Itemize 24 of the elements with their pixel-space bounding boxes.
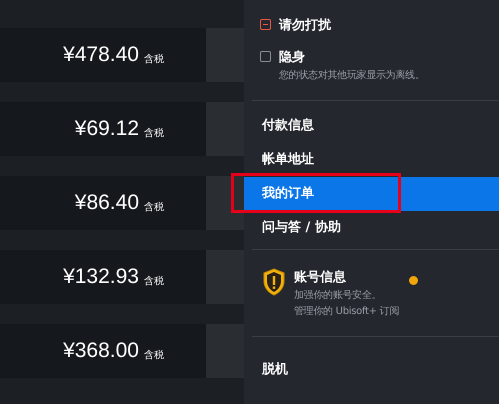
menu-item[interactable]: 付款信息	[244, 109, 499, 143]
order-price: ¥69.12	[74, 117, 139, 141]
menu-item[interactable]: 问与答 / 协助	[244, 211, 499, 245]
order-price: ¥86.40	[74, 191, 139, 215]
account-info-title[interactable]: 账号信息	[294, 268, 399, 286]
tax-label: 含税	[144, 126, 164, 140]
order-price: ¥368.00	[63, 339, 139, 363]
status-option[interactable]: 隐身	[279, 48, 425, 66]
tax-label: 含税	[144, 274, 164, 288]
menu-item[interactable]: 帐单地址	[244, 143, 499, 177]
menu-item[interactable]: 脱机	[244, 353, 499, 387]
account-info-text: 管理你的 Ubisoft+ 订阅	[294, 305, 399, 318]
order-price: ¥132.93	[63, 265, 139, 289]
account-info-text: 加强你的账号安全。	[294, 288, 382, 302]
do-not-disturb-icon[interactable]	[260, 19, 271, 30]
order-price: ¥478.40	[63, 43, 139, 67]
status-option[interactable]: 请勿打扰	[279, 16, 331, 34]
shield-warning-icon	[262, 268, 286, 296]
status-description: 您的状态对其他玩家显示为离线。	[279, 68, 425, 82]
checkbox-icon[interactable]	[260, 51, 271, 62]
tax-label: 含税	[144, 52, 164, 66]
tax-label: 含税	[144, 200, 164, 214]
menu-item[interactable]: 我的订单	[244, 177, 499, 211]
tax-label: 含税	[144, 348, 164, 362]
